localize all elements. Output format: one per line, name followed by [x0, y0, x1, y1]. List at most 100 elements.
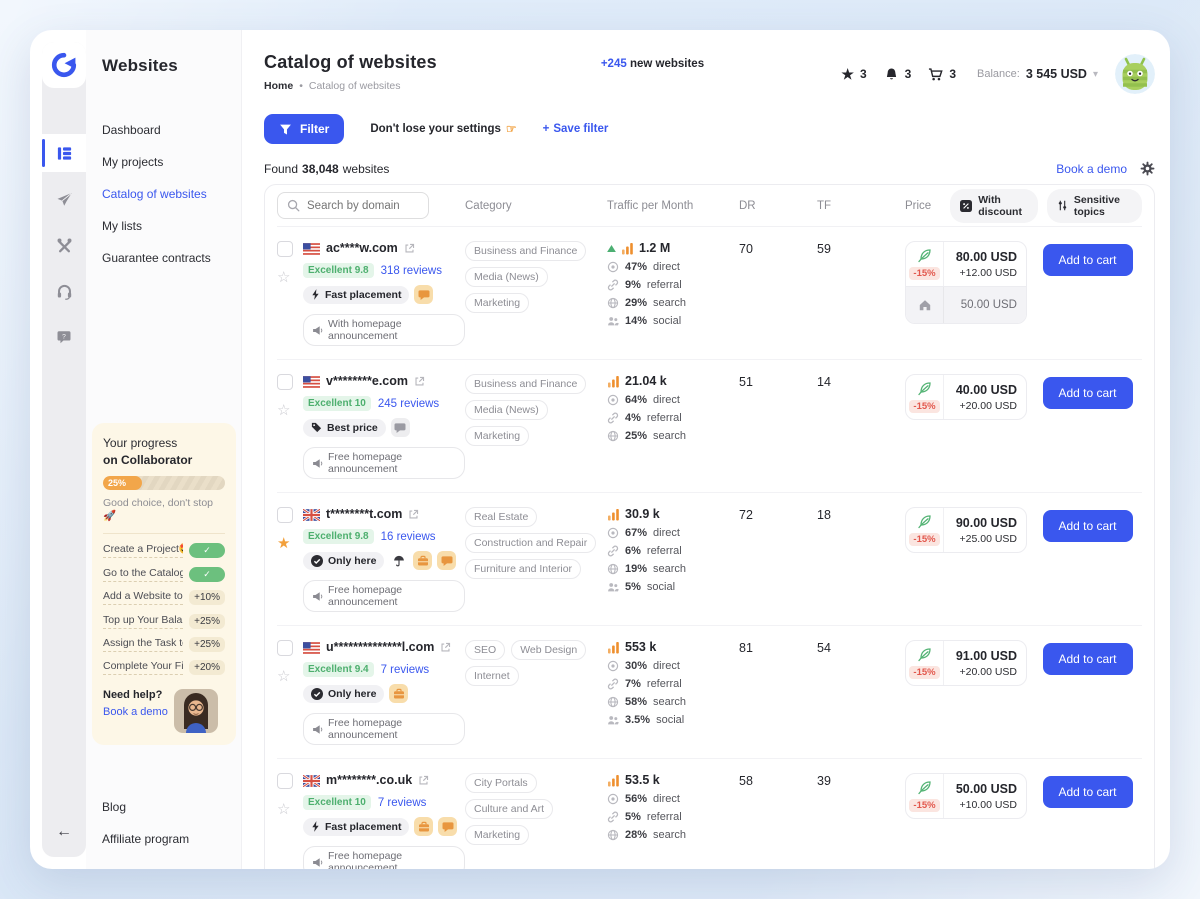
- domain-name[interactable]: t********t.com: [326, 507, 402, 522]
- new-websites-banner[interactable]: +245 new websites: [601, 58, 704, 70]
- column-header-price[interactable]: Price: [905, 200, 931, 212]
- row-checkbox[interactable]: [277, 241, 293, 257]
- announcement-badge[interactable]: Free homepage announcement: [303, 713, 465, 745]
- briefcase-icon[interactable]: [413, 551, 432, 570]
- chat-icon[interactable]: [437, 551, 456, 570]
- external-link-icon[interactable]: [418, 775, 429, 786]
- external-link-icon[interactable]: [408, 509, 419, 520]
- sidebar-link-affiliate-program[interactable]: Affiliate program: [86, 823, 241, 855]
- cart-counter[interactable]: 3: [928, 67, 956, 82]
- with-discount-toggle[interactable]: With discount: [950, 189, 1038, 223]
- add-to-cart-button[interactable]: Add to cart: [1043, 244, 1133, 276]
- reviews-link[interactable]: 318 reviews: [381, 265, 442, 277]
- feature-badge[interactable]: Fast placement: [303, 286, 409, 304]
- add-to-cart-button[interactable]: Add to cart: [1043, 776, 1133, 808]
- book-demo-link[interactable]: Book a demo: [1056, 162, 1127, 176]
- external-link-icon[interactable]: [414, 376, 425, 387]
- column-header-traffic[interactable]: Traffic per Month: [607, 200, 739, 212]
- announcement-badge[interactable]: With homepage announcement: [303, 314, 465, 346]
- category-pill[interactable]: Marketing: [465, 293, 529, 313]
- search-input[interactable]: [307, 200, 407, 212]
- briefcase-icon[interactable]: [389, 684, 408, 703]
- briefcase-icon[interactable]: [414, 817, 433, 836]
- sidebar-item-my-projects[interactable]: My projects: [86, 146, 241, 178]
- column-header-tf[interactable]: TF: [817, 200, 905, 212]
- sidebar-item-dashboard[interactable]: Dashboard: [86, 114, 241, 146]
- collapse-sidebar-button[interactable]: ←: [56, 823, 72, 841]
- category-pill[interactable]: Marketing: [465, 426, 529, 446]
- category-pill[interactable]: Media (News): [465, 400, 548, 420]
- reviews-link[interactable]: 245 reviews: [378, 398, 439, 410]
- column-header-category[interactable]: Category: [465, 200, 607, 212]
- favorite-star-icon[interactable]: ☆: [277, 403, 303, 418]
- category-pill[interactable]: Business and Finance: [465, 241, 586, 261]
- task-label[interactable]: Complete Your First De...: [103, 660, 183, 675]
- task-label[interactable]: Top up Your Balance💰: [103, 613, 183, 629]
- task-label[interactable]: Add a Website to the C...: [103, 590, 183, 605]
- chat-icon[interactable]: [391, 418, 410, 437]
- feature-badge[interactable]: Only here: [303, 552, 384, 570]
- task-label[interactable]: Assign the Task to the ...: [103, 637, 183, 652]
- collaborator-logo[interactable]: [42, 42, 86, 88]
- column-header-dr[interactable]: DR: [739, 200, 817, 212]
- announcement-badge[interactable]: Free homepage announcement: [303, 846, 465, 869]
- external-link-icon[interactable]: [404, 243, 415, 254]
- category-pill[interactable]: Construction and Repair: [465, 533, 596, 553]
- book-demo-link-sidebar[interactable]: Book a demo: [103, 706, 168, 718]
- row-checkbox[interactable]: [277, 640, 293, 656]
- add-to-cart-button[interactable]: Add to cart: [1043, 377, 1133, 409]
- reviews-link[interactable]: 7 reviews: [381, 664, 430, 676]
- favorite-star-icon[interactable]: ☆: [277, 802, 303, 817]
- save-filter-button[interactable]: + Save filter: [543, 123, 609, 135]
- breadcrumb-home[interactable]: Home: [264, 80, 293, 92]
- favorites-counter[interactable]: ★ 3: [841, 66, 866, 83]
- sensitive-topics-toggle[interactable]: Sensitive topics: [1047, 189, 1142, 223]
- chat-icon[interactable]: [414, 285, 433, 304]
- add-to-cart-button[interactable]: Add to cart: [1043, 643, 1133, 675]
- rail-item-support[interactable]: [42, 272, 86, 310]
- domain-name[interactable]: m********.co.uk: [326, 773, 412, 788]
- row-checkbox[interactable]: [277, 507, 293, 523]
- announcement-badge[interactable]: Free homepage announcement: [303, 580, 465, 612]
- feature-badge[interactable]: Best price: [303, 419, 386, 437]
- task-label[interactable]: Go to the Catalog🧭: [103, 566, 183, 582]
- external-link-icon[interactable]: [440, 642, 451, 653]
- settings-gear-icon[interactable]: [1140, 161, 1155, 176]
- user-avatar[interactable]: [1115, 54, 1155, 94]
- add-to-cart-button[interactable]: Add to cart: [1043, 510, 1133, 542]
- row-checkbox[interactable]: [277, 374, 293, 390]
- umbrella-icon[interactable]: [389, 551, 408, 570]
- reviews-link[interactable]: 7 reviews: [378, 797, 427, 809]
- category-pill[interactable]: Media (News): [465, 267, 548, 287]
- rail-item-help[interactable]: ?: [42, 318, 86, 356]
- category-pill[interactable]: SEO: [465, 640, 505, 660]
- category-pill[interactable]: Business and Finance: [465, 374, 586, 394]
- reviews-link[interactable]: 16 reviews: [381, 531, 436, 543]
- category-pill[interactable]: Culture and Art: [465, 799, 553, 819]
- notifications-counter[interactable]: 3: [884, 67, 912, 82]
- category-pill[interactable]: Marketing: [465, 825, 529, 845]
- category-pill[interactable]: Real Estate: [465, 507, 537, 527]
- filter-button[interactable]: Filter: [264, 114, 344, 144]
- favorite-star-icon[interactable]: ☆: [277, 669, 303, 684]
- sidebar-item-my-lists[interactable]: My lists: [86, 210, 241, 242]
- rail-item-dashboard[interactable]: [42, 134, 86, 172]
- category-pill[interactable]: Web Design: [511, 640, 586, 660]
- balance-menu[interactable]: Balance: 3 545 USD ▾: [977, 67, 1098, 81]
- domain-name[interactable]: ac****w.com: [326, 241, 398, 256]
- sidebar-item-catalog-of-websites[interactable]: Catalog of websites: [86, 178, 241, 210]
- chat-icon[interactable]: [438, 817, 457, 836]
- category-pill[interactable]: City Portals: [465, 773, 537, 793]
- sidebar-item-guarantee-contracts[interactable]: Guarantee contracts: [86, 242, 241, 274]
- domain-name[interactable]: v********e.com: [326, 374, 408, 389]
- sidebar-link-blog[interactable]: Blog: [86, 791, 241, 823]
- feature-badge[interactable]: Only here: [303, 685, 384, 703]
- rail-item-tools[interactable]: [42, 226, 86, 264]
- feature-badge[interactable]: Fast placement: [303, 818, 409, 836]
- favorite-star-icon[interactable]: ★: [277, 536, 303, 551]
- task-label[interactable]: Create a Project🤩: [103, 542, 183, 558]
- row-checkbox[interactable]: [277, 773, 293, 789]
- category-pill[interactable]: Internet: [465, 666, 519, 686]
- domain-name[interactable]: u**************l.com: [326, 640, 434, 655]
- favorite-star-icon[interactable]: ☆: [277, 270, 303, 285]
